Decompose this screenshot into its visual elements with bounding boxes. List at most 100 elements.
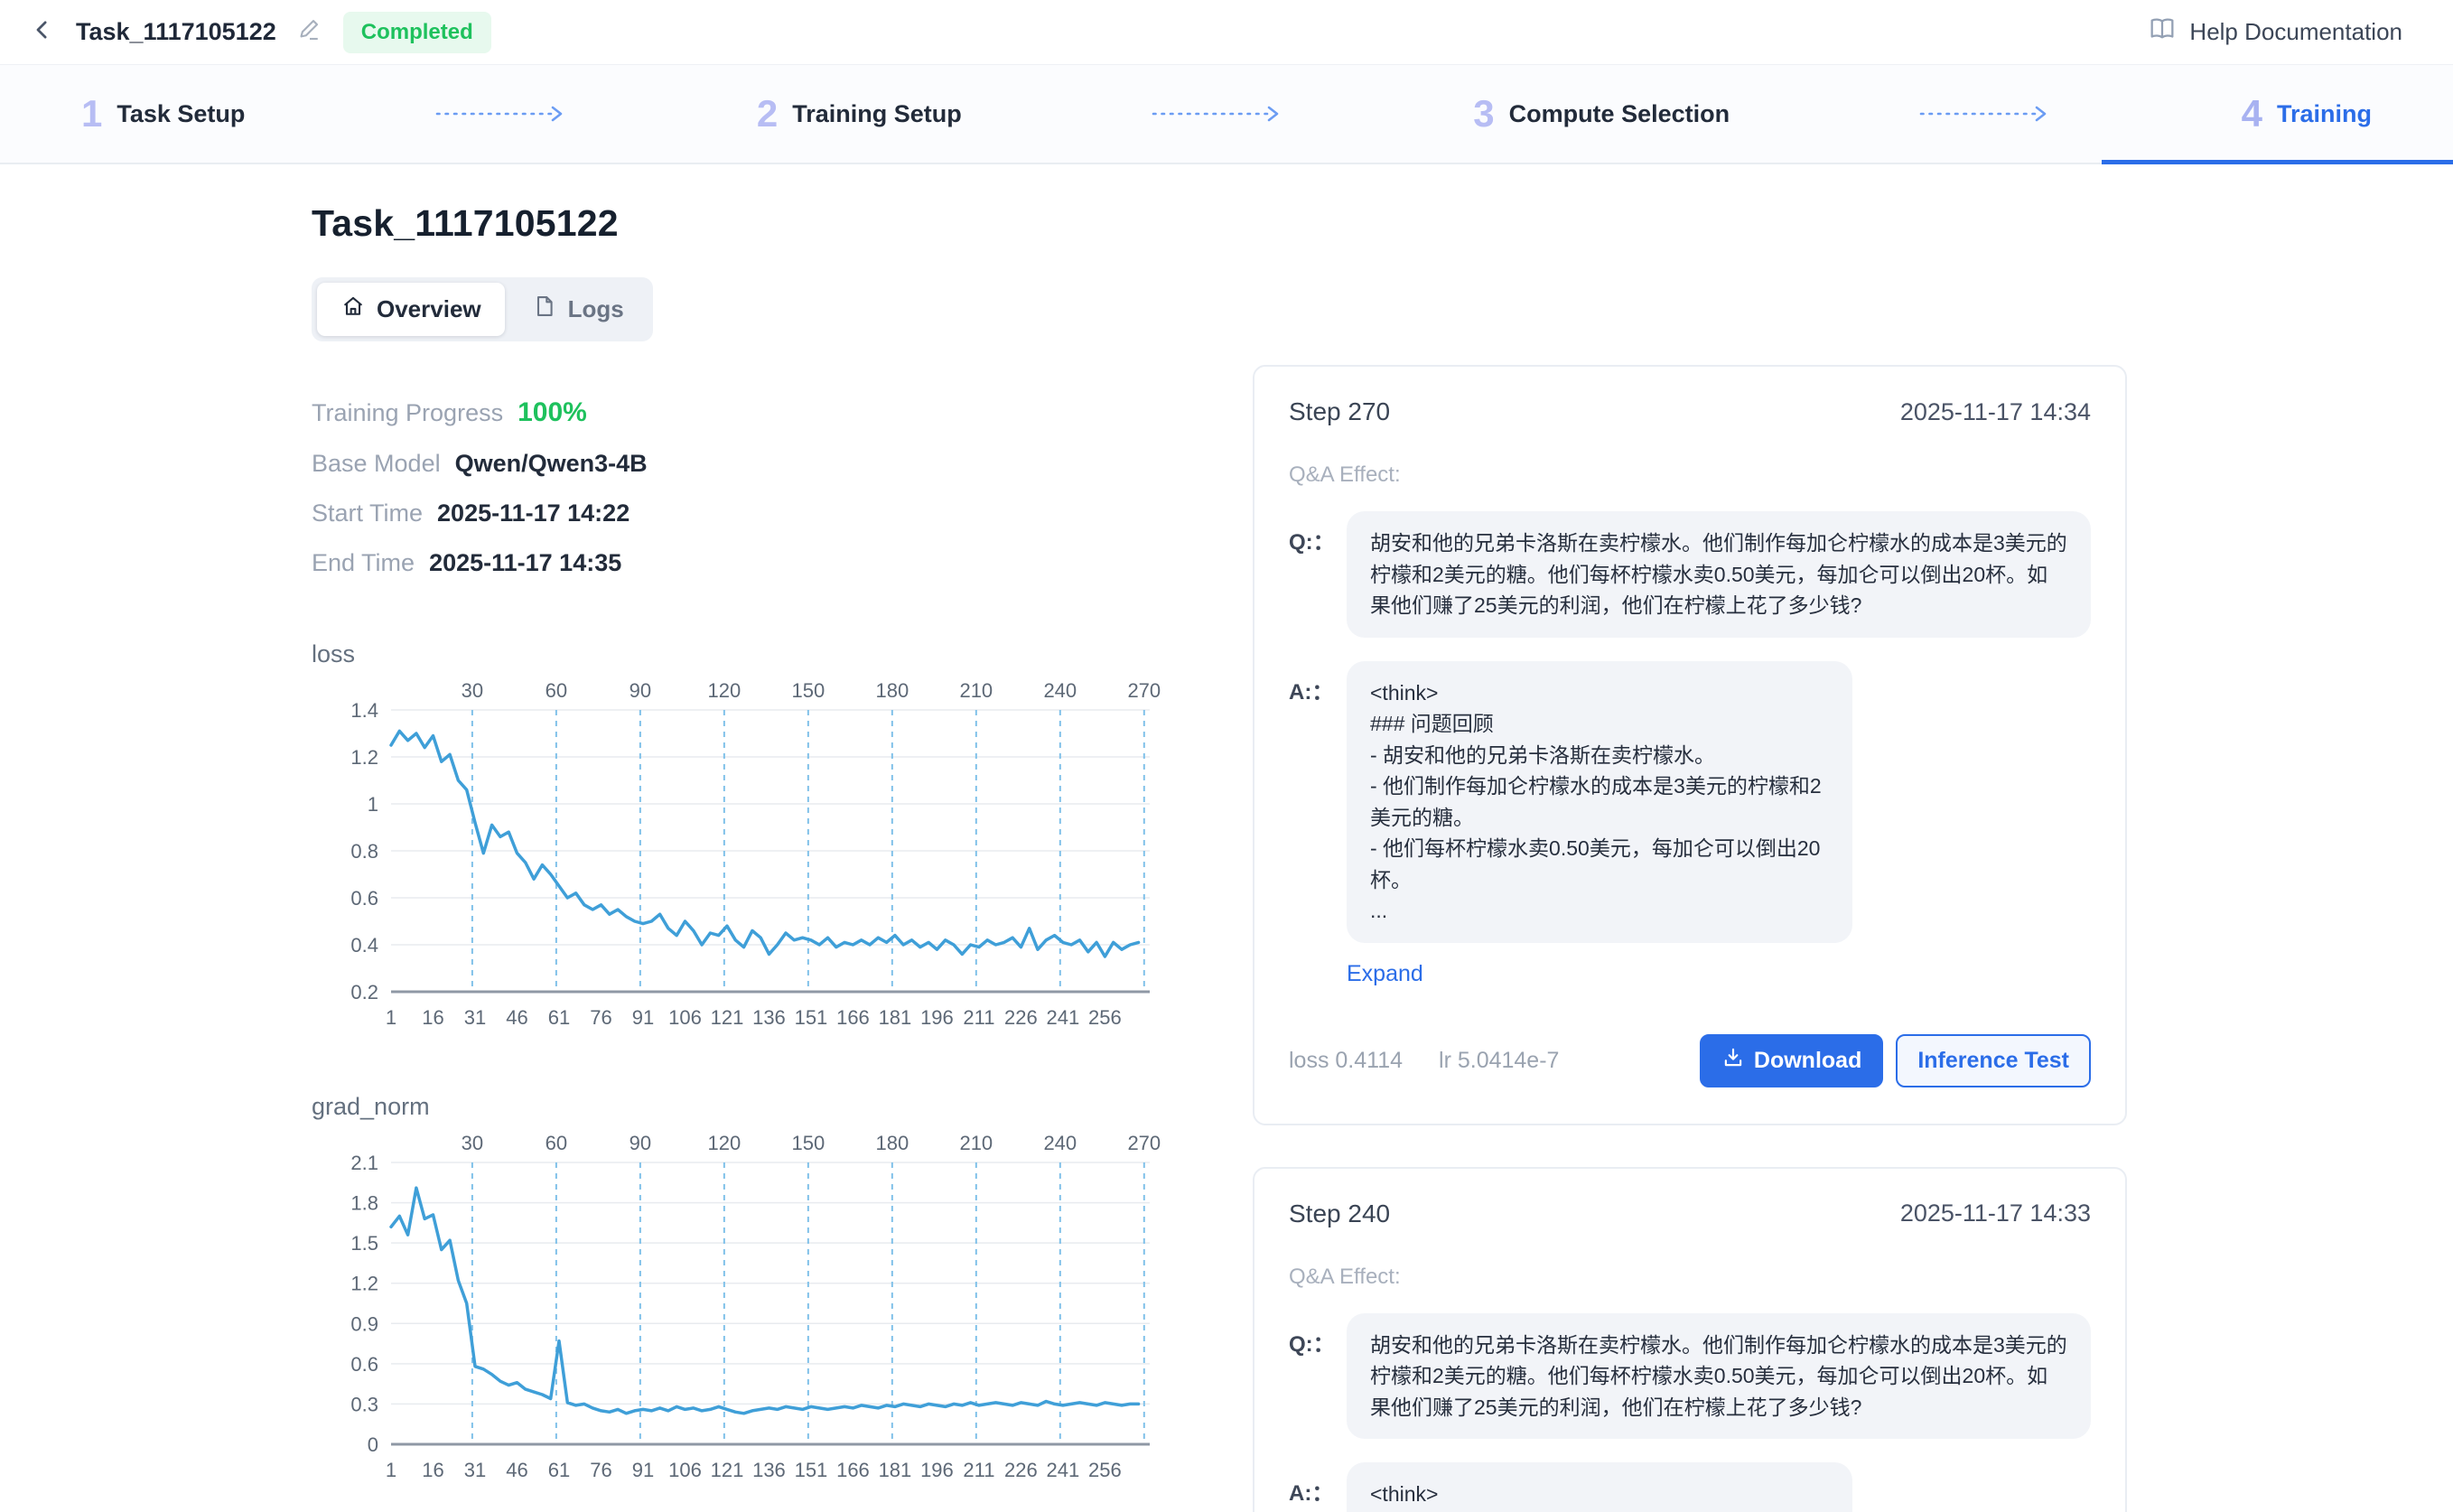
svg-text:1.2: 1.2 [350,746,378,769]
info-label: Start Time [312,499,423,527]
svg-text:90: 90 [630,1132,651,1154]
svg-text:0.3: 0.3 [350,1393,378,1415]
svg-text:121: 121 [711,1006,744,1029]
checkpoint-card-step-240: Step 240 2025-11-17 14:33 Q&A Effect: Q:… [1253,1167,2127,1512]
tab-logs-label: Logs [568,295,624,323]
tab-logs[interactable]: Logs [508,283,648,336]
svg-text:16: 16 [422,1459,443,1481]
svg-text:91: 91 [632,1006,654,1029]
svg-text:120: 120 [707,1132,741,1154]
training-progress-value: 100% [518,397,587,428]
answer-line: <think> [1370,1479,1829,1510]
book-icon [2148,14,2177,50]
info-row-end-time: End Time 2025-11-17 14:35 [312,549,1161,577]
svg-text:46: 46 [506,1006,527,1029]
loss-chart: 0.20.40.60.811.21.4306090120150180210240… [312,674,1161,1033]
svg-text:1: 1 [386,1006,396,1029]
svg-text:211: 211 [963,1006,994,1029]
step-number: 3 [1473,95,1494,133]
stepper-step-task-setup[interactable]: 1 Task Setup [81,95,245,133]
step-arrow-icon [1150,104,1285,124]
loss-metric: loss 0.4114 [1289,1048,1403,1074]
step-label: Task Setup [117,100,245,128]
answer-line: <think> [1370,677,1829,709]
step-arrow-icon [1917,104,2053,124]
svg-text:166: 166 [836,1459,870,1481]
card-timestamp: 2025-11-17 14:34 [1900,398,2091,426]
step-label: Training Setup [792,100,962,128]
help-documentation-link[interactable]: Help Documentation [2148,14,2402,50]
svg-text:31: 31 [464,1006,486,1029]
svg-text:30: 30 [462,679,483,702]
svg-text:91: 91 [632,1459,654,1481]
download-button[interactable]: Download [1700,1034,1883,1087]
answer-line: - 他们每杯柠檬水卖0.50美元，每加仑可以倒出20杯。 [1370,833,1829,895]
svg-text:181: 181 [879,1459,912,1481]
svg-text:151: 151 [795,1006,828,1029]
loss-chart-block: loss 0.20.40.60.811.21.43060901201501802… [312,640,1161,1033]
svg-text:136: 136 [752,1459,786,1481]
grad-norm-chart: 00.30.60.91.21.51.82.1306090120150180210… [312,1126,1161,1486]
info-label: Training Progress [312,399,503,427]
svg-text:240: 240 [1043,679,1077,702]
svg-text:166: 166 [836,1006,870,1029]
svg-text:0.4: 0.4 [350,934,378,957]
stepper-step-training-setup[interactable]: 2 Training Setup [757,95,962,133]
svg-text:0.8: 0.8 [350,840,378,863]
svg-text:181: 181 [879,1006,912,1029]
card-step-title: Step 270 [1289,397,1390,426]
svg-text:121: 121 [711,1459,744,1481]
status-badge: Completed [343,12,491,53]
step-number: 4 [2242,95,2262,133]
stepper-step-training[interactable]: 4 Training [2242,95,2372,133]
svg-text:2.1: 2.1 [350,1152,378,1174]
svg-text:1.8: 1.8 [350,1192,378,1215]
expand-link[interactable]: Expand [1347,961,1423,987]
inference-test-button[interactable]: Inference Test [1896,1034,2091,1087]
task-info: Training Progress 100% Base Model Qwen/Q… [312,397,1161,577]
home-icon [340,294,366,325]
lr-metric: lr 5.0414e-7 [1439,1048,1559,1074]
edit-task-name-button[interactable] [296,16,323,48]
task-title: Task_1117105122 [76,18,276,46]
grad-norm-chart-title: grad_norm [312,1093,1161,1121]
question-label: Q:： [1289,1313,1347,1440]
info-label: Base Model [312,450,441,478]
step-arrow-icon [434,104,569,124]
info-label: End Time [312,549,415,577]
tab-overview[interactable]: Overview [317,283,505,336]
page-title: Task_1117105122 [312,202,1161,245]
svg-text:76: 76 [590,1006,611,1029]
svg-text:1: 1 [368,793,378,816]
svg-text:196: 196 [920,1459,954,1481]
tab-group: Overview Logs [312,277,653,341]
svg-text:1.2: 1.2 [350,1273,378,1295]
svg-text:226: 226 [1004,1459,1038,1481]
topbar: Task_1117105122 Completed Help Documenta… [0,0,2453,65]
back-button[interactable] [29,16,56,48]
base-model-value: Qwen/Qwen3-4B [455,450,648,478]
svg-text:240: 240 [1043,1132,1077,1154]
svg-text:0.9: 0.9 [350,1312,378,1335]
svg-text:150: 150 [791,679,825,702]
start-time-value: 2025-11-17 14:22 [437,499,630,527]
svg-text:106: 106 [668,1006,702,1029]
download-label: Download [1754,1048,1861,1074]
question-bubble: 胡安和他的兄弟卡洛斯在卖柠檬水。他们制作每加仑柠檬水的成本是3美元的柠檬和2美元… [1347,1313,2091,1440]
main-content: Task_1117105122 Overview Logs Training P… [0,164,2453,1512]
svg-text:46: 46 [506,1459,527,1481]
svg-text:210: 210 [959,679,993,702]
svg-text:256: 256 [1088,1459,1122,1481]
active-step-underline [2102,160,2453,164]
svg-text:60: 60 [546,679,567,702]
answer-line: - 他们制作每加仑柠檬水的成本是3美元的柠檬和2美元的糖。 [1370,770,1829,833]
svg-text:151: 151 [795,1459,828,1481]
svg-text:0.6: 0.6 [350,887,378,910]
svg-text:241: 241 [1047,1006,1080,1029]
answer-bubble: <think> ### 问题回顾 - 胡安和他的兄弟卡洛斯在卖柠檬水。 - 他们… [1347,1462,1852,1512]
chevron-left-icon [29,16,56,48]
stepper-step-compute-selection[interactable]: 3 Compute Selection [1473,95,1730,133]
svg-text:31: 31 [464,1459,486,1481]
svg-text:1.5: 1.5 [350,1232,378,1255]
svg-text:61: 61 [548,1006,570,1029]
